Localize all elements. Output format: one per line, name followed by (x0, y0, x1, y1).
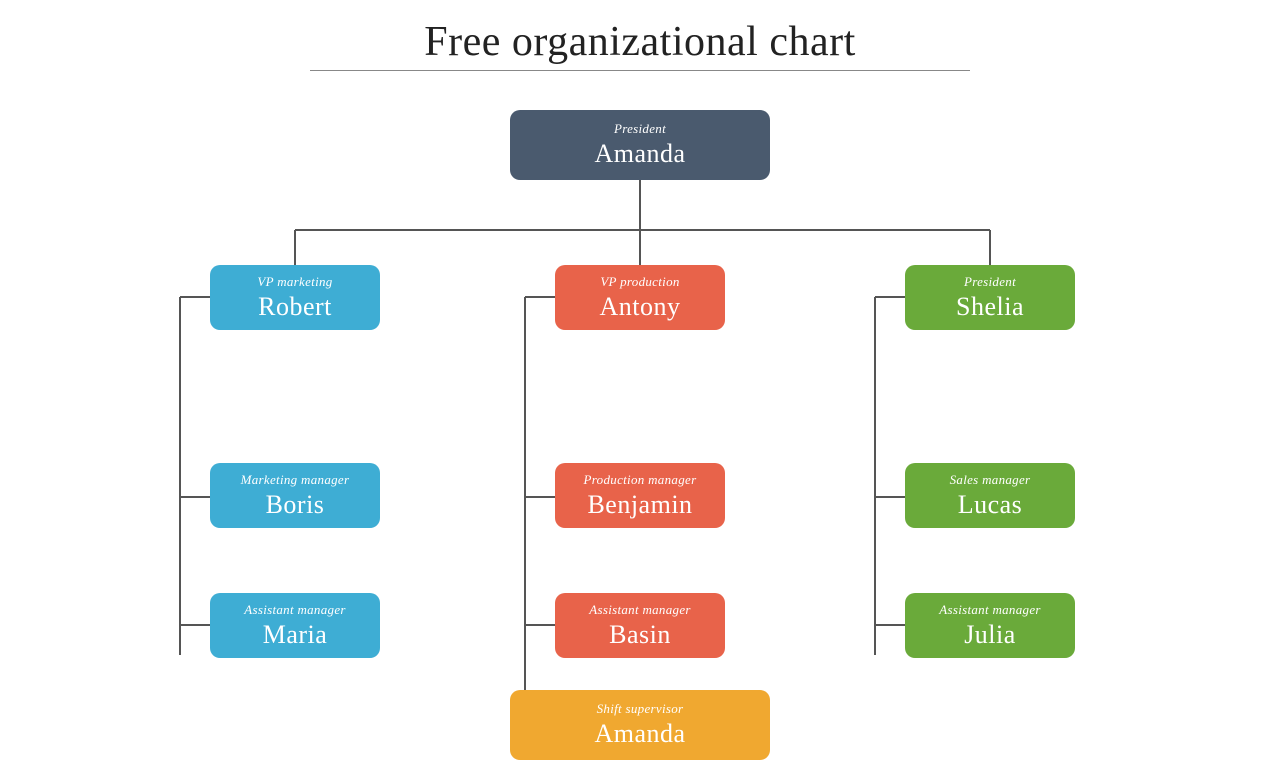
marketing-manager-role: Marketing manager (241, 472, 350, 488)
sales-manager-role: Sales manager (950, 472, 1031, 488)
page-title: Free organizational chart (0, 18, 1280, 66)
node-vp-marketing: VP marketing Robert (210, 265, 380, 330)
node-asst-maria: Assistant manager Maria (210, 593, 380, 658)
asst-julia-role: Assistant manager (939, 602, 1041, 618)
title-section: Free organizational chart (0, 0, 1280, 71)
president2-name: Shelia (956, 292, 1024, 322)
node-president: President Amanda (510, 110, 770, 180)
node-asst-julia: Assistant manager Julia (905, 593, 1075, 658)
node-vp-production: VP production Antony (555, 265, 725, 330)
node-sales-manager: Sales manager Lucas (905, 463, 1075, 528)
president-role: President (614, 121, 666, 137)
page: Free organizational chart (0, 0, 1280, 720)
vp-production-name: Antony (600, 292, 681, 322)
node-production-manager: Production manager Benjamin (555, 463, 725, 528)
node-shift-amanda: Shift supervisor Amanda (510, 690, 770, 760)
node-asst-basin: Assistant manager Basin (555, 593, 725, 658)
asst-basin-role: Assistant manager (589, 602, 691, 618)
shift-amanda-role: Shift supervisor (597, 701, 684, 717)
asst-basin-name: Basin (609, 620, 671, 650)
vp-production-role: VP production (600, 274, 679, 290)
president-name: Amanda (594, 139, 685, 169)
president2-role: President (964, 274, 1016, 290)
production-manager-role: Production manager (584, 472, 697, 488)
node-marketing-manager: Marketing manager Boris (210, 463, 380, 528)
org-chart: President Amanda VP marketing Robert VP … (50, 90, 1230, 710)
sales-manager-name: Lucas (958, 490, 1023, 520)
vp-marketing-role: VP marketing (257, 274, 332, 290)
production-manager-name: Benjamin (587, 490, 692, 520)
marketing-manager-name: Boris (266, 490, 325, 520)
node-president2: President Shelia (905, 265, 1075, 330)
asst-maria-role: Assistant manager (244, 602, 346, 618)
shift-amanda-name: Amanda (594, 719, 685, 749)
asst-maria-name: Maria (263, 620, 328, 650)
asst-julia-name: Julia (964, 620, 1016, 650)
title-divider (310, 70, 970, 71)
vp-marketing-name: Robert (258, 292, 332, 322)
